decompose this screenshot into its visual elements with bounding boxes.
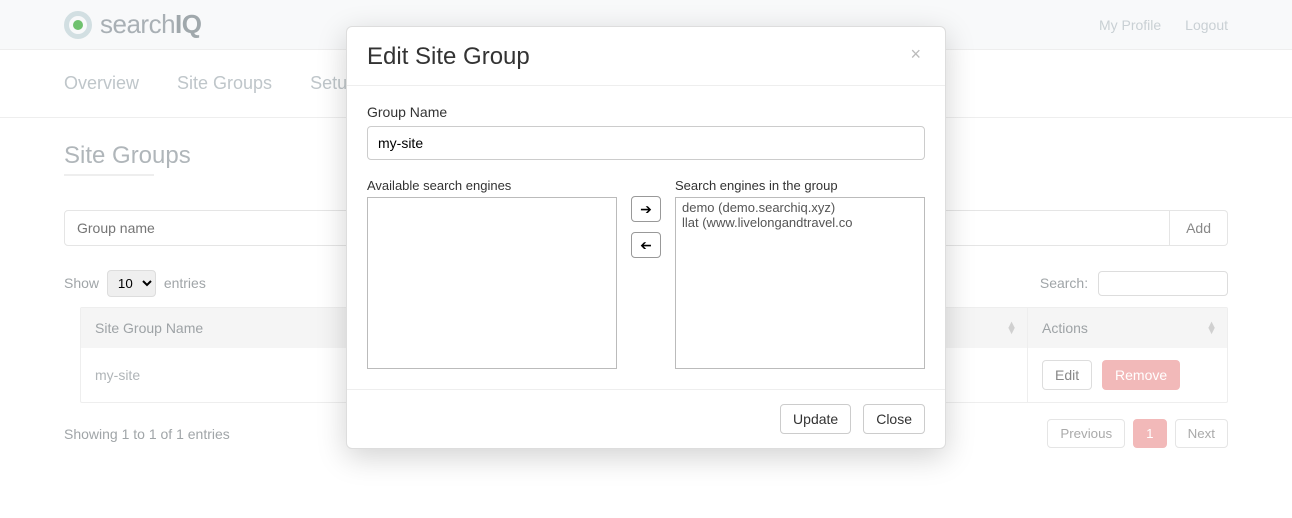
edit-site-group-modal: Edit Site Group × Group Name Available s… [346,26,946,449]
edit-button[interactable]: Edit [1042,360,1092,390]
dual-list: Available search engines ➔ ➔ Search engi… [367,178,925,369]
in-group-label: Search engines in the group [675,178,925,193]
logo-mark-icon [64,11,92,39]
my-profile-link[interactable]: My Profile [1099,17,1161,33]
col-actions: Actions ▲▼ [1027,308,1227,348]
move-left-button[interactable]: ➔ [631,232,661,258]
title-underline [64,174,154,176]
dual-controls: ➔ ➔ [631,178,661,258]
sort-icon: ▲▼ [1006,322,1017,334]
close-button[interactable]: Close [863,404,925,434]
modal-body: Group Name Available search engines ➔ ➔ … [347,86,945,389]
in-group-column: Search engines in the group demo (demo.s… [675,178,925,369]
remove-button[interactable]: Remove [1102,360,1180,390]
brand-right: IQ [175,9,201,39]
search-control: Search: [1040,271,1228,296]
top-links: My Profile Logout [1099,17,1228,33]
brand-left: search [100,9,175,39]
pager-prev[interactable]: Previous [1047,419,1125,448]
move-right-button[interactable]: ➔ [631,196,661,222]
arrow-left-icon: ➔ [640,237,652,254]
nav-overview[interactable]: Overview [64,73,139,94]
list-item[interactable]: llat (www.livelongandtravel.co [680,215,920,230]
group-name-label: Group Name [367,104,925,120]
pager: Previous 1 Next [1047,419,1228,448]
entries-select[interactable]: 10 [107,270,156,297]
available-listbox[interactable] [367,197,617,369]
update-button[interactable]: Update [780,404,851,434]
close-icon[interactable]: × [904,43,927,66]
footer-info: Showing 1 to 1 of 1 entries [64,426,230,442]
show-prefix: Show [64,275,99,291]
group-name-field[interactable] [367,126,925,160]
nav-site-groups[interactable]: Site Groups [177,73,272,94]
add-button[interactable]: Add [1170,210,1228,246]
show-suffix: entries [164,275,206,291]
cell-actions: Edit Remove [1027,348,1227,402]
pager-next[interactable]: Next [1175,419,1228,448]
search-input[interactable] [1098,271,1228,296]
logout-link[interactable]: Logout [1185,17,1228,33]
entries-control: Show 10 entries [64,270,206,297]
available-column: Available search engines [367,178,617,369]
in-group-listbox[interactable]: demo (demo.searchiq.xyz) llat (www.livel… [675,197,925,369]
modal-header: Edit Site Group × [347,27,945,86]
search-label: Search: [1040,275,1088,291]
sort-icon: ▲▼ [1206,322,1217,334]
available-label: Available search engines [367,178,617,193]
brand-logo: searchIQ [64,9,202,40]
arrow-right-icon: ➔ [640,201,652,218]
list-item[interactable]: demo (demo.searchiq.xyz) [680,200,920,215]
modal-title: Edit Site Group [367,43,925,71]
modal-footer: Update Close [347,389,945,448]
pager-page-1[interactable]: 1 [1133,419,1166,448]
